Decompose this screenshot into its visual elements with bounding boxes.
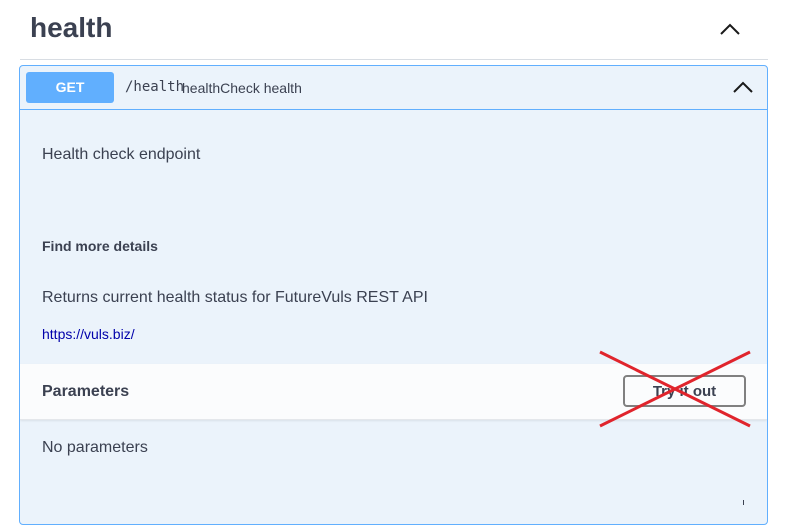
external-docs-link[interactable]: https://vuls.biz/ — [42, 326, 135, 342]
chevron-up-icon[interactable] — [718, 18, 742, 42]
tag-section[interactable]: health — [20, 0, 768, 60]
operation-summary-text: healthCheck health — [182, 80, 302, 96]
operation-description: Health check endpoint — [42, 146, 201, 163]
parameters-header: Parameters Try it out — [20, 350, 767, 428]
external-docs-text: Returns current health status for Future… — [42, 289, 428, 306]
scroll-indicator — [743, 500, 744, 505]
operation-path: /health — [125, 79, 185, 95]
operation-summary[interactable]: GET /health healthCheck health — [20, 66, 767, 110]
tag-title: health — [30, 12, 113, 43]
method-badge: GET — [26, 72, 114, 103]
parameters-title: Parameters — [42, 383, 130, 400]
external-docs-heading: Find more details — [42, 238, 158, 254]
chevron-up-icon[interactable] — [731, 76, 755, 100]
no-parameters-text: No parameters — [42, 439, 148, 456]
operation-block: GET /health healthCheck health Health ch… — [19, 65, 768, 525]
try-it-out-button[interactable]: Try it out — [623, 375, 746, 407]
